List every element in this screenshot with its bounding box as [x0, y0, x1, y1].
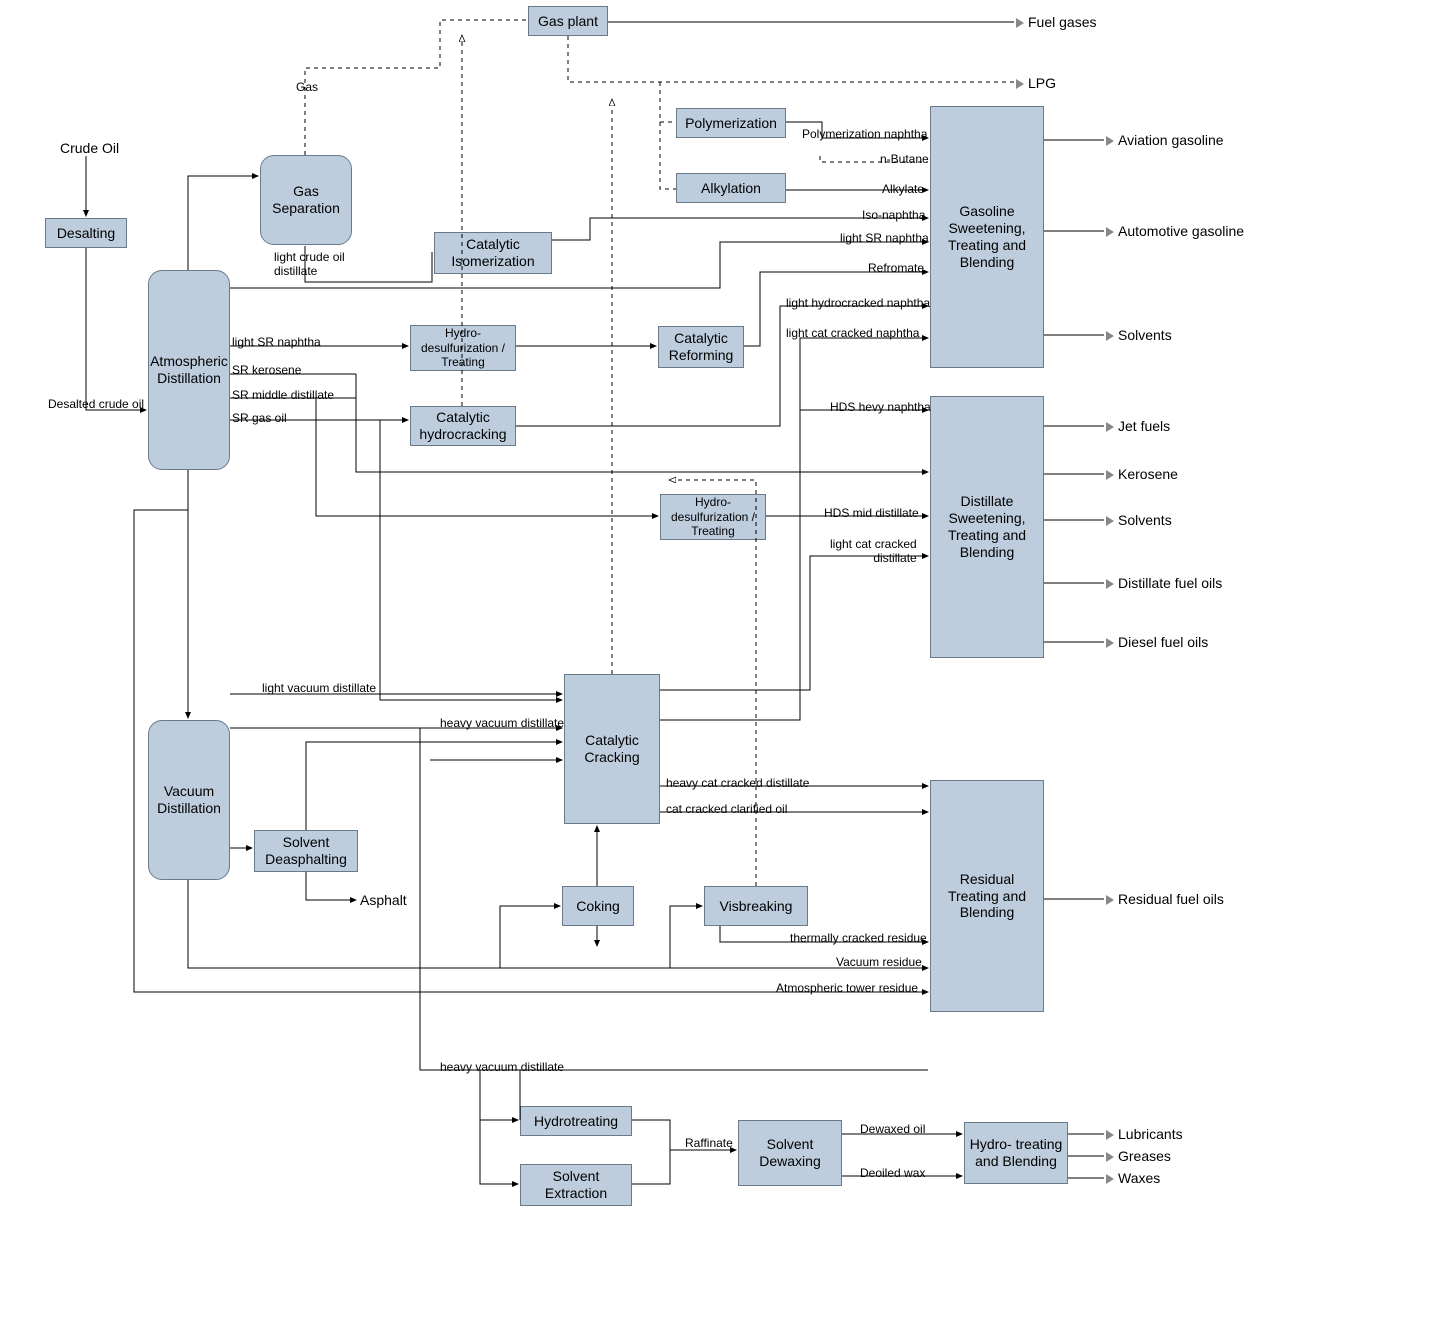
lbl-asphalt: Asphalt: [360, 892, 407, 908]
desalting-box: Desalting: [45, 218, 127, 248]
lbl-deoiled-wax: Deoiled wax: [860, 1166, 925, 1180]
lbl-light-crude-dist: light crude oil distillate: [274, 250, 345, 278]
lbl-light-cat-dist: light cat cracked distillate: [830, 537, 917, 565]
lbl-raffinate: Raffinate: [685, 1136, 733, 1150]
out-automotive-gasoline: Automotive gasoline: [1106, 223, 1244, 239]
lbl-gas: Gas: [296, 80, 318, 94]
lbl-iso-naphtha: Iso-naphtha: [862, 208, 925, 222]
lbl-light-sr-naphtha-top: light SR naphtha: [840, 231, 929, 245]
solvent-deasphalting-box: Solvent Deasphalting: [254, 830, 358, 872]
hydrodesulf-2-box: Hydro- desulfurization / Treating: [660, 494, 766, 540]
alkylation-box: Alkylation: [676, 173, 786, 203]
catalytic-reforming-box: Catalytic Reforming: [658, 326, 744, 368]
residual-blending-box: Residual Treating and Blending: [930, 780, 1044, 1012]
vacuum-distillation-box: Vacuum Distillation: [148, 720, 230, 880]
out-residual-fuel-oils: Residual fuel oils: [1106, 891, 1224, 907]
out-kerosene: Kerosene: [1106, 466, 1178, 482]
lbl-light-sr-naphtha: light SR naphtha: [232, 335, 321, 349]
gasoline-blending-box: Gasoline Sweetening, Treating and Blendi…: [930, 106, 1044, 368]
out-aviation-gasoline: Aviation gasoline: [1106, 132, 1224, 148]
lbl-light-hydro-naphtha: light hydrocracked naphtha: [786, 296, 930, 310]
lbl-light-vac-dist: light vacuum distillate: [262, 681, 376, 695]
lbl-vacuum-residue: Vacuum residue: [836, 955, 922, 969]
out-solvents-2: Solvents: [1106, 512, 1172, 528]
lbl-heavy-vac-dist-2: heavy vacuum distillate: [440, 1060, 564, 1074]
out-distillate-fuel-oils: Distillate fuel oils: [1106, 575, 1222, 591]
out-greases: Greases: [1106, 1148, 1171, 1164]
lbl-thermally-cracked: thermally cracked residue: [790, 931, 927, 945]
lbl-sr-mid-dist: SR middle distillate: [232, 388, 334, 402]
lbl-heavy-vac-dist: heavy vacuum distillate: [440, 716, 564, 730]
catalytic-hydrocracking-box: Catalytic hydrocracking: [410, 406, 516, 446]
solvent-dewaxing-box: Solvent Dewaxing: [738, 1120, 842, 1186]
out-lubricants: Lubricants: [1106, 1126, 1183, 1142]
crude-oil-label: Crude Oil: [60, 140, 119, 156]
lbl-heavy-cat-dist: heavy cat cracked distillate: [666, 776, 809, 790]
distillate-blending-box: Distillate Sweetening, Treating and Blen…: [930, 396, 1044, 658]
lbl-sr-kerosene: SR kerosene: [232, 363, 301, 377]
solvent-extraction-box: Solvent Extraction: [520, 1164, 632, 1206]
gas-plant-box: Gas plant: [528, 6, 608, 36]
out-waxes: Waxes: [1106, 1170, 1160, 1186]
gas-separation-box: Gas Separation: [260, 155, 352, 245]
lbl-cat-clarified: cat cracked clarified oil: [666, 802, 787, 816]
lbl-desalted-crude: Desalted crude oil: [48, 397, 144, 411]
catalytic-isomerization-box: Catalytic Isomerization: [434, 232, 552, 274]
visbreaking-box: Visbreaking: [704, 886, 808, 926]
lbl-alkylate: Alkylate: [882, 182, 924, 196]
catalytic-cracking-box: Catalytic Cracking: [564, 674, 660, 824]
hydrodesulf-1-box: Hydro- desulfurization / Treating: [410, 325, 516, 371]
lbl-hds-mid-dist: HDS mid distillate: [824, 506, 919, 520]
lbl-hds-heavy-naphtha: HDS hevy naphtha: [830, 400, 931, 414]
lbl-refromate: Refromate: [868, 261, 924, 275]
out-diesel-fuel-oils: Diesel fuel oils: [1106, 634, 1208, 650]
out-fuel-gases: Fuel gases: [1016, 14, 1096, 30]
coking-box: Coking: [562, 886, 634, 926]
polymerization-box: Polymerization: [676, 108, 786, 138]
out-solvents-1: Solvents: [1106, 327, 1172, 343]
out-lpg: LPG: [1016, 75, 1056, 91]
lbl-n-butane: n-Butane: [880, 152, 929, 166]
lbl-light-cat-naphtha: light cat cracked naphtha: [786, 326, 919, 340]
lbl-poly-naphtha: Polymerization naphtha: [802, 127, 927, 141]
atmospheric-distillation-box: Atmospheric Distillation: [148, 270, 230, 470]
out-jet-fuels: Jet fuels: [1106, 418, 1170, 434]
lbl-dewaxed-oil: Dewaxed oil: [860, 1122, 925, 1136]
lbl-sr-gas-oil: SR gas oil: [232, 411, 287, 425]
hydrotreating-box: Hydrotreating: [520, 1106, 632, 1136]
lbl-atm-tower-residue: Atmospheric tower residue: [776, 981, 918, 995]
hydrotreating-blending-box: Hydro- treating and Blending: [964, 1122, 1068, 1184]
